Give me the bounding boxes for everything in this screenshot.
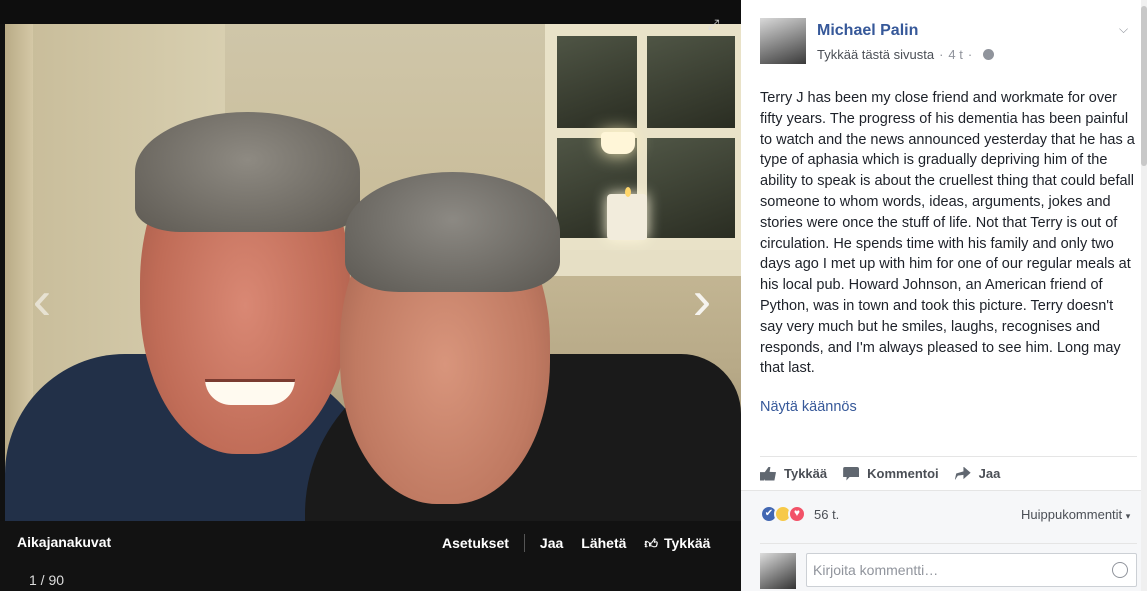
post-share-button[interactable]: Jaa: [954, 466, 1001, 481]
top-comments-label: Huippukommentit: [1021, 507, 1123, 522]
author-avatar[interactable]: [760, 18, 806, 64]
divider: [760, 456, 1137, 457]
post-like-button[interactable]: Tykkää: [760, 466, 827, 481]
chevron-right-icon[interactable]: ›: [682, 270, 722, 330]
divider: [760, 543, 1137, 544]
window-pane: [647, 138, 735, 238]
comment-input[interactable]: [807, 554, 1097, 586]
author-name[interactable]: Michael Palin: [817, 22, 918, 40]
comment-box: [806, 553, 1137, 587]
comment-icon: [843, 466, 860, 481]
emoji-icon[interactable]: [1112, 562, 1128, 578]
chevron-left-icon[interactable]: ‹: [22, 270, 62, 330]
like-button[interactable]: 👍︎ Tykkää: [644, 535, 710, 552]
post-text: Terry J has been my close friend and wor…: [760, 90, 1135, 377]
post-like-label: Tykkää: [784, 466, 828, 481]
thumbs-up-icon: 👍︎: [644, 535, 658, 551]
see-translation-link[interactable]: Näytä käännös: [760, 399, 857, 415]
stage-actions: Asetukset Jaa Lähetä 👍︎ Tykkää: [442, 534, 710, 552]
reaction-count[interactable]: 56 t.: [814, 507, 839, 522]
comment-label: Kommentoi: [867, 466, 939, 481]
person-left-smile: [205, 379, 295, 405]
scrollbar[interactable]: [1141, 0, 1147, 591]
share-icon: [954, 466, 971, 481]
post-panel: Michael Palin Tykkää tästä sivusta · 4 t…: [741, 0, 1147, 591]
like-page-link[interactable]: Tykkää tästä sivusta: [817, 47, 934, 62]
caret-down-icon: ▾: [1125, 511, 1131, 521]
love-reaction-icon: ♥: [788, 505, 806, 523]
divider: [523, 534, 525, 552]
comment-button[interactable]: Kommentoi: [843, 466, 939, 481]
top-comments-dropdown[interactable]: Huippukommentit ▾: [1021, 507, 1130, 522]
settings-button[interactable]: Asetukset: [442, 535, 509, 551]
stage-top-bar: [0, 0, 741, 24]
stage-bottom-bar: [0, 521, 741, 591]
person-right-hair: [345, 172, 560, 292]
window-pane: [647, 36, 735, 128]
post-share-label: Jaa: [978, 466, 1001, 481]
album-title[interactable]: Aikajanakuvat: [17, 534, 111, 550]
share-button[interactable]: Jaa: [540, 535, 563, 551]
globe-icon: [983, 49, 995, 60]
send-button[interactable]: Lähetä: [581, 535, 626, 551]
reaction-area: ✔︎ ♥ 56 t. Huippukommentit ▾: [741, 490, 1141, 591]
post-time[interactable]: 4 t: [948, 47, 962, 62]
photo[interactable]: [5, 24, 741, 521]
candle: [607, 194, 647, 240]
lamp: [601, 132, 635, 154]
photo-counter: 1 / 90: [29, 572, 65, 588]
candle-flame: [625, 187, 631, 197]
post-meta: Tykkää tästä sivusta · 4 t ·: [817, 47, 995, 62]
scrollbar-thumb[interactable]: [1141, 6, 1147, 166]
window-pane: [557, 36, 637, 128]
user-avatar[interactable]: [760, 553, 796, 589]
thumbs-up-icon: [760, 466, 776, 481]
expand-icon[interactable]: ⤢: [708, 16, 724, 32]
photo-stage: ‹ › ⤢ Aikajanakuvat 1 / 90 Asetukset Jaa…: [0, 0, 741, 591]
photo-viewer: ‹ › ⤢ Aikajanakuvat 1 / 90 Asetukset Jaa…: [0, 0, 1147, 591]
like-button-label: Tykkää: [664, 534, 711, 551]
reactions-summary[interactable]: ✔︎ ♥ 56 t.: [760, 505, 839, 523]
chevron-down-icon[interactable]: ⌵: [1119, 22, 1128, 37]
post-actions: Tykkää Kommentoi Jaa: [760, 466, 1016, 481]
person-left-hair: [135, 112, 360, 232]
